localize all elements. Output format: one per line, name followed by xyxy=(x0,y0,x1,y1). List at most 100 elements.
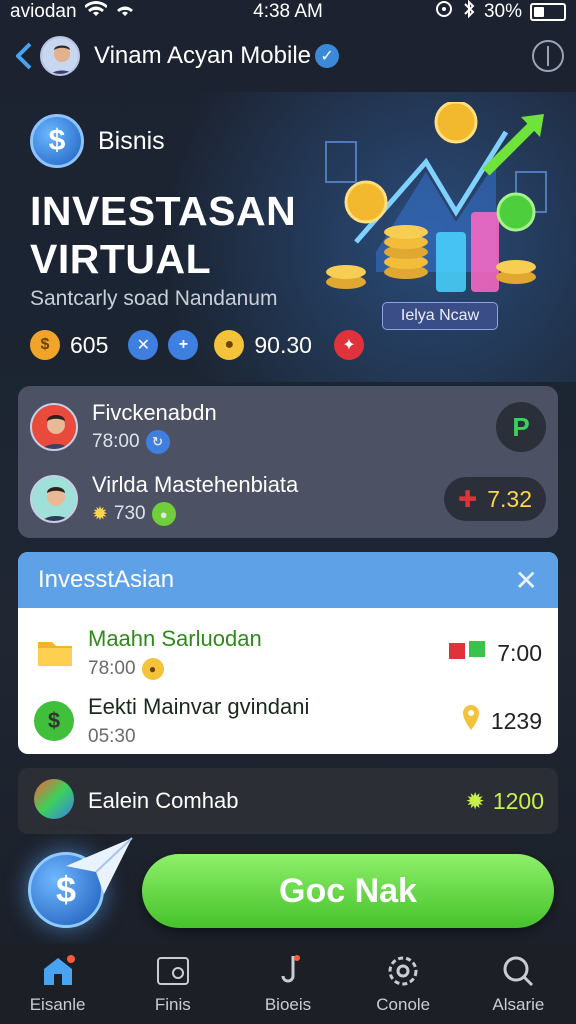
alarm-icon xyxy=(434,0,454,25)
account-text: Fivckenabdn 78:00 ↻ xyxy=(92,400,217,454)
nav-label: Bioeis xyxy=(264,995,312,1014)
action-button[interactable]: P xyxy=(496,402,546,452)
invest-time: 78:00 xyxy=(88,658,136,679)
location-pin-icon xyxy=(461,704,481,738)
rainbow-icon xyxy=(32,777,76,826)
sync-icon: ↻ xyxy=(145,430,170,454)
dollar-icon: $ xyxy=(30,114,84,168)
tag-icon: ✚ xyxy=(457,485,478,512)
battery-icon xyxy=(530,3,566,21)
app-bar: Vinam Acyan Mobile ✓ xyxy=(0,28,576,84)
summary-value: 1200 xyxy=(492,787,544,814)
invest-meta: 05:30 xyxy=(88,726,309,748)
battery-percent: 30% xyxy=(483,1,522,22)
profile-avatar[interactable] xyxy=(40,36,80,76)
hot-icon: ✦ xyxy=(333,330,364,360)
invest-name: Eekti Mainvar gvindani xyxy=(88,694,310,719)
stat-coins: 605 xyxy=(70,331,109,358)
invest-value: 1239 xyxy=(461,704,542,738)
nav-label: Conole xyxy=(376,995,431,1014)
account-value: 7.32 xyxy=(487,485,532,512)
invest-title: InvesstAsian xyxy=(38,566,175,593)
tools-icon xyxy=(270,953,306,989)
invest-header: InvesstAsian ✕ xyxy=(18,552,558,608)
invest-text: Maahn Sarluodan 78:00 ● xyxy=(88,626,262,680)
gear-star-icon: ✹ xyxy=(465,787,485,814)
nav-label: Eisanle xyxy=(29,995,86,1014)
home-icon xyxy=(40,953,76,989)
account-meta: ✹ 730 ● xyxy=(92,502,298,526)
gear-icon xyxy=(385,953,421,989)
hero-stats: $ 605 ✕ + ● 90.30 ✦ xyxy=(30,330,364,360)
search-icon xyxy=(500,953,536,989)
bottom-navigation: Eisanle Finis Bioeis Conole Alsarie xyxy=(0,944,576,1024)
plus-icon: + xyxy=(168,330,199,360)
learn-now-badge[interactable]: Ielya Ncaw xyxy=(382,302,498,330)
hero-title-line2: VIRTUAL xyxy=(30,236,212,282)
sparkle-icon: ✹ xyxy=(92,503,108,525)
hero-subtitle: Santcarly soad Nandanum xyxy=(30,287,278,310)
coin-icon: $ xyxy=(30,330,60,360)
invest-amount: 7:00 xyxy=(497,639,542,666)
cubes-icon xyxy=(447,637,487,669)
invest-row[interactable]: Maahn Sarluodan 78:00 ● 7:00 xyxy=(34,626,542,680)
nav-item-finis[interactable]: Finis xyxy=(115,944,230,1024)
location-icon: ● xyxy=(214,330,245,360)
nav-item-conole[interactable]: Conole xyxy=(346,944,461,1024)
back-icon[interactable] xyxy=(12,41,36,71)
invest-name: Maahn Sarluodan xyxy=(88,626,262,651)
account-name: Fivckenabdn xyxy=(92,400,217,425)
account-meta: 78:00 ↻ xyxy=(92,430,217,454)
account-time: 78:00 xyxy=(92,431,140,452)
accounts-panel: Fivckenabdn 78:00 ↻ P Virlda Mastehenbia… xyxy=(18,386,558,538)
invest-row[interactable]: $ Eekti Mainvar gvindani 05:30 1239 xyxy=(34,694,542,748)
close-icon[interactable]: ✕ xyxy=(515,564,538,597)
signal-icon xyxy=(115,0,135,24)
account-points: 730 xyxy=(113,503,146,524)
stat-value: 90.30 xyxy=(254,331,312,358)
carrier-label: aviodan xyxy=(10,1,77,22)
summary-card[interactable]: Ealein Comhab ✹ 1200 xyxy=(18,768,558,834)
invest-card: InvesstAsian ✕ Maahn Sarluodan 78:00 ● 7… xyxy=(18,552,558,754)
verified-icon: ✓ xyxy=(315,44,340,68)
hero-title-line1: INVESTASAN xyxy=(30,188,297,234)
compass-icon[interactable] xyxy=(532,40,564,72)
bluetooth-icon xyxy=(462,0,476,25)
x-icon: ✕ xyxy=(128,330,159,360)
invest-amount: 1239 xyxy=(490,707,542,734)
account-text: Virlda Mastehenbiata ✹ 730 ● xyxy=(92,472,298,526)
account-row[interactable]: Fivckenabdn 78:00 ↻ P xyxy=(30,400,546,454)
nav-label: Finis xyxy=(154,995,191,1014)
nav-item-alsarie[interactable]: Alsarie xyxy=(461,944,576,1024)
status-bar: aviodan 4:38 AM 30% xyxy=(0,0,576,24)
nav-item-home[interactable]: Eisanle xyxy=(0,944,115,1024)
badge-icon: ● xyxy=(151,502,176,526)
value-pill[interactable]: ✚ 7.32 xyxy=(443,477,546,521)
person-avatar xyxy=(30,403,78,451)
invest-meta: 78:00 ● xyxy=(88,658,262,680)
hero-title: INVESTASAN VIRTUAL xyxy=(30,187,296,283)
paper-plane-icon xyxy=(66,837,133,894)
wifi-icon xyxy=(83,0,108,24)
account-name: Virlda Mastehenbiata xyxy=(92,472,299,497)
app-title: Vinam Acyan Mobile xyxy=(94,42,312,69)
battery-fill xyxy=(534,7,544,17)
hero-banner: $ Bisnis INVESTASAN VIRTUAL Santcarly so… xyxy=(0,92,576,382)
badge-label: Bisnis xyxy=(98,126,165,155)
folder-icon xyxy=(34,630,76,677)
image-icon xyxy=(155,953,191,989)
dollar-icon: $ xyxy=(34,701,74,741)
account-row[interactable]: Virlda Mastehenbiata ✹ 730 ● ✚ 7.32 xyxy=(30,472,546,526)
person-avatar xyxy=(30,475,78,523)
coin-icon: ● xyxy=(141,658,164,680)
invest-text: Eekti Mainvar gvindani 05:30 xyxy=(88,694,309,748)
investment-chart-illustration xyxy=(325,102,547,292)
invest-time: 05:30 xyxy=(88,726,136,747)
invest-value: 7:00 xyxy=(447,637,542,669)
nav-label: Alsarie xyxy=(492,995,545,1014)
nav-item-bioeis[interactable]: Bioeis xyxy=(230,944,345,1024)
summary-value-wrap: ✹ 1200 xyxy=(466,788,544,815)
go-button[interactable]: Goc Nak xyxy=(142,854,554,928)
hero-badge: $ Bisnis xyxy=(30,114,165,168)
summary-label: Ealein Comhab xyxy=(88,788,239,813)
